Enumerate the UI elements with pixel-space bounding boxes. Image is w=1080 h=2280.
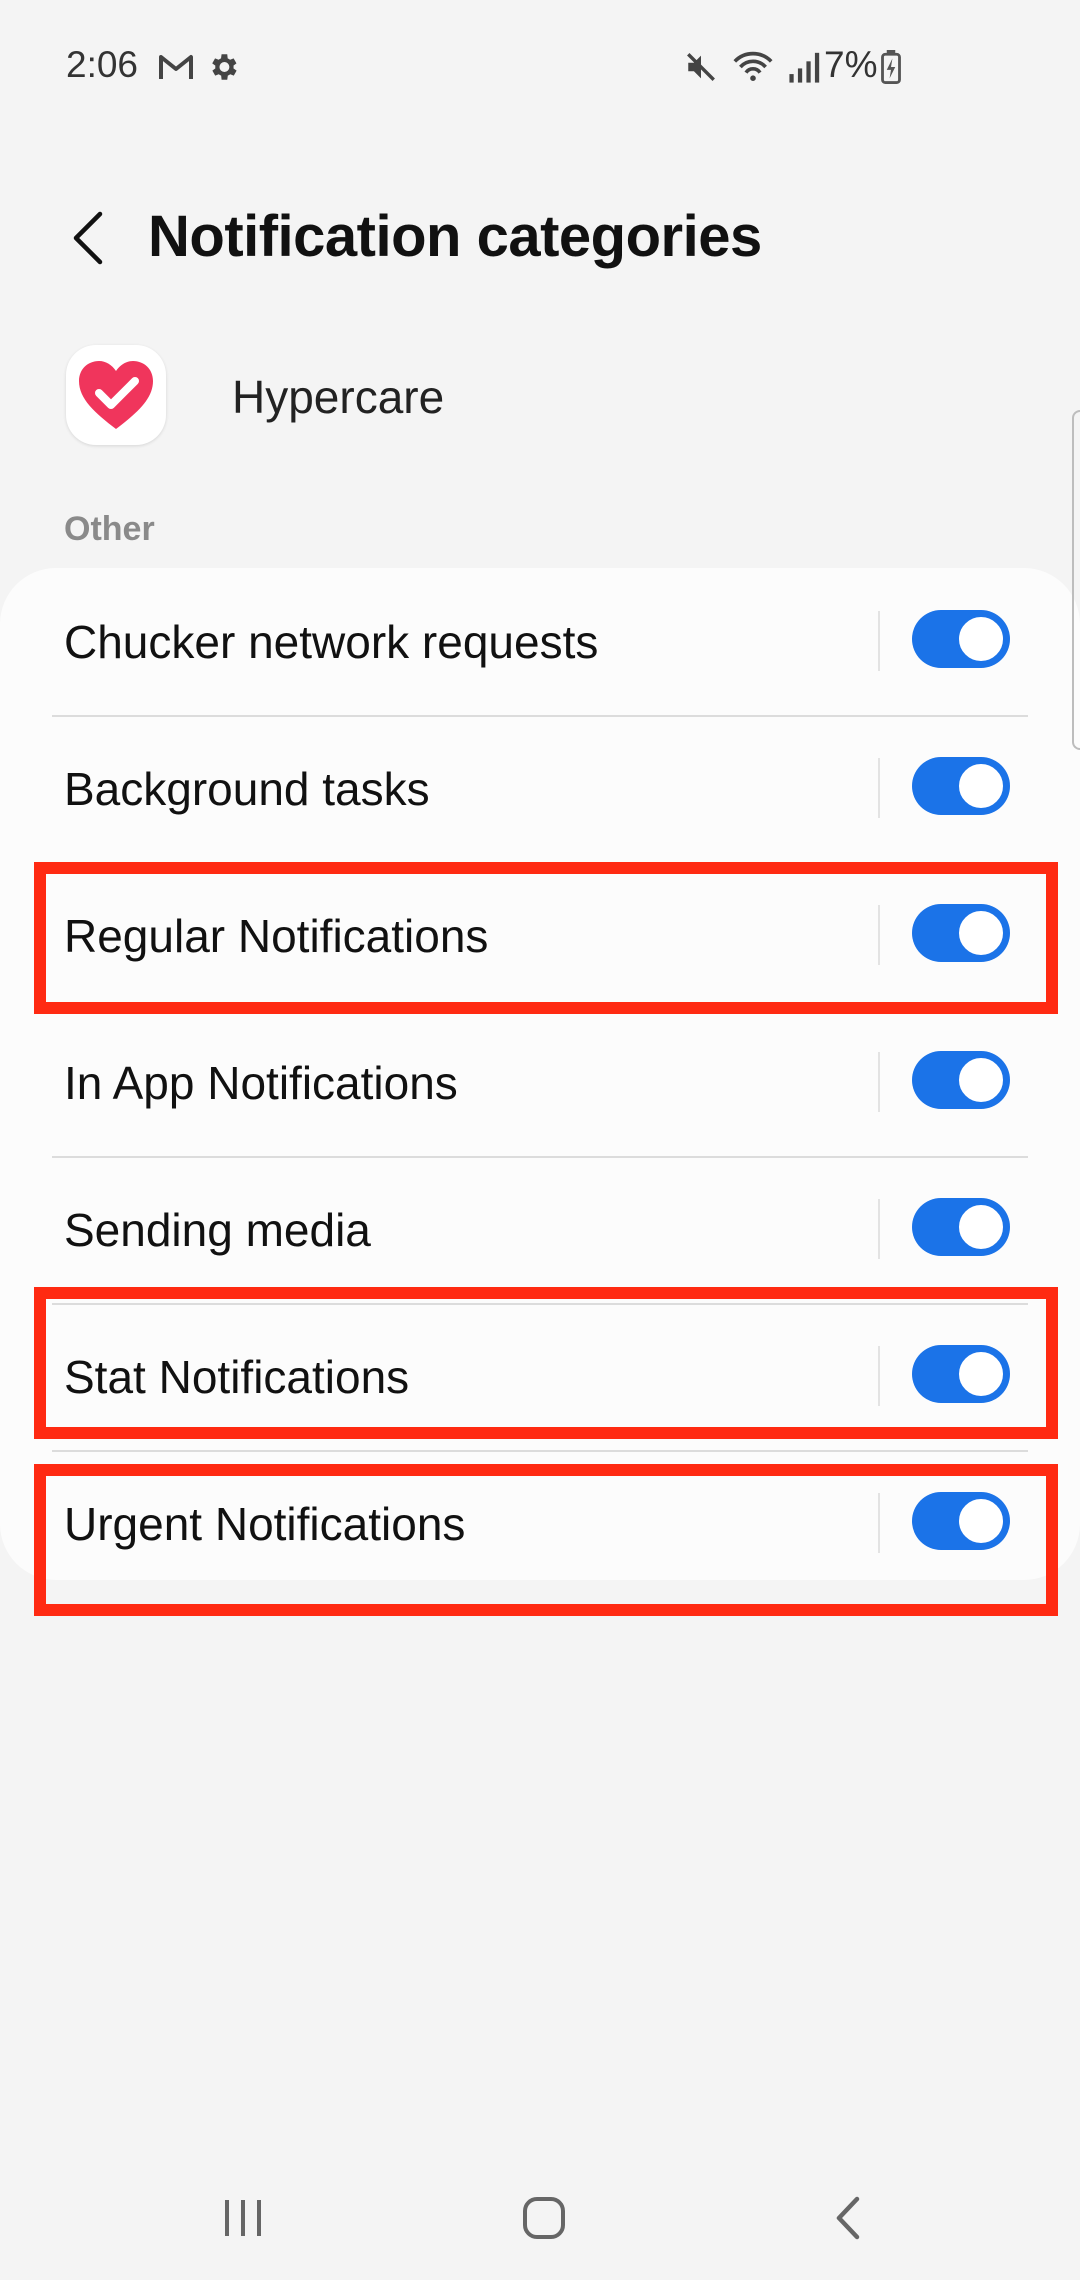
recent-apps-button[interactable]	[183, 2180, 303, 2260]
app-icon	[66, 345, 166, 445]
category-toggle[interactable]	[912, 610, 1010, 668]
category-row-background[interactable]: Background tasks	[0, 715, 1080, 862]
category-label: Urgent Notifications	[64, 1497, 466, 1550]
category-label: In App Notifications	[64, 1056, 458, 1109]
toggle-knob	[956, 1349, 1006, 1399]
category-row-in-app[interactable]: In App Notifications	[0, 1009, 1080, 1156]
category-label: Regular Notifications	[64, 909, 489, 962]
status-left-icons	[158, 50, 240, 89]
status-bar: 2:06 7%	[0, 0, 1080, 135]
back-icon	[833, 2195, 863, 2246]
home-icon	[521, 2195, 567, 2246]
gmail-icon	[158, 52, 194, 87]
row-separator	[878, 1052, 880, 1112]
categories-card: Chucker network requests Background task…	[0, 568, 1080, 1580]
toggle-knob	[956, 1496, 1006, 1546]
toggle-knob	[956, 761, 1006, 811]
category-toggle[interactable]	[912, 1198, 1010, 1256]
battery-charging-icon	[880, 50, 902, 89]
signal-icon	[788, 51, 822, 88]
section-label: Other	[64, 510, 155, 548]
category-toggle[interactable]	[912, 1345, 1010, 1403]
category-row-sending-media[interactable]: Sending media	[0, 1156, 1080, 1303]
nav-back-button[interactable]	[788, 2180, 908, 2260]
category-toggle[interactable]	[912, 904, 1010, 962]
status-time: 2:06	[66, 44, 139, 85]
category-toggle[interactable]	[912, 1492, 1010, 1550]
chevron-left-icon	[70, 210, 106, 271]
toggle-knob	[956, 908, 1006, 958]
row-separator	[878, 1199, 880, 1259]
category-row-chucker[interactable]: Chucker network requests	[0, 568, 1080, 715]
app-name: Hypercare	[232, 371, 445, 423]
toggle-knob	[956, 1202, 1006, 1252]
category-label: Background tasks	[64, 762, 430, 815]
category-toggle[interactable]	[912, 1051, 1010, 1109]
mute-icon	[684, 50, 718, 89]
gear-icon	[206, 50, 240, 89]
heart-check-icon	[79, 361, 153, 429]
wifi-icon	[732, 50, 774, 89]
row-separator	[878, 1493, 880, 1553]
home-button[interactable]	[484, 2180, 604, 2260]
category-row-urgent[interactable]: Urgent Notifications	[0, 1450, 1080, 1597]
toggle-knob	[956, 614, 1006, 664]
battery-percent: 7%	[824, 44, 878, 85]
category-row-regular[interactable]: Regular Notifications	[0, 862, 1080, 1009]
row-separator	[878, 1346, 880, 1406]
recent-apps-icon	[221, 2198, 265, 2243]
page-title: Notification categories	[148, 204, 762, 269]
row-separator	[878, 611, 880, 671]
category-label: Chucker network requests	[64, 615, 599, 668]
category-toggle[interactable]	[912, 757, 1010, 815]
back-button[interactable]	[58, 205, 118, 275]
scroll-indicator[interactable]	[1072, 410, 1080, 750]
category-row-stat[interactable]: Stat Notifications	[0, 1303, 1080, 1450]
status-right-icons	[684, 50, 822, 89]
row-separator	[878, 758, 880, 818]
toggle-knob	[956, 1055, 1006, 1105]
row-separator	[878, 905, 880, 965]
category-label: Sending media	[64, 1203, 371, 1256]
category-label: Stat Notifications	[64, 1350, 410, 1403]
